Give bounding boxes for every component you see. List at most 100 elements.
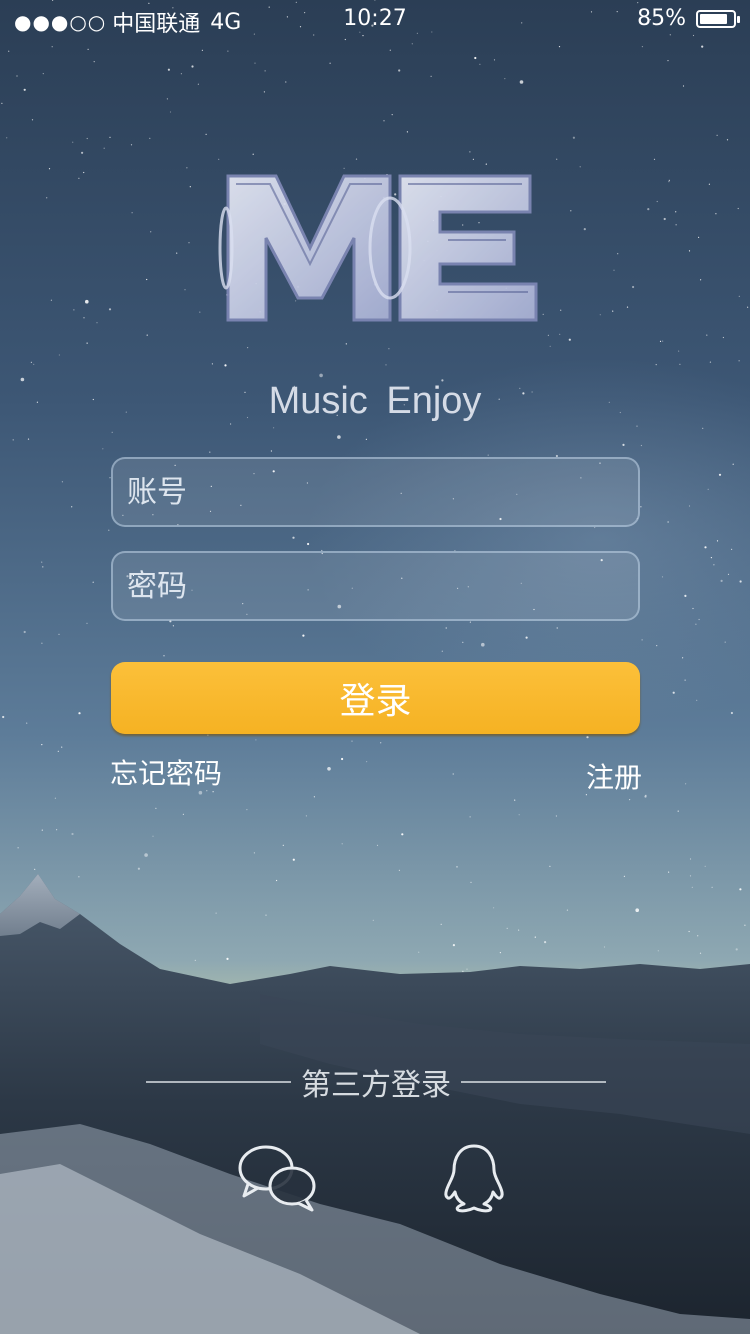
star <box>568 338 571 341</box>
wechat-icon[interactable] <box>236 1140 320 1214</box>
star <box>474 56 477 60</box>
star <box>292 858 295 861</box>
star <box>514 799 516 801</box>
star <box>329 62 331 64</box>
star <box>738 360 740 362</box>
star <box>16 75 18 77</box>
register-link[interactable]: 注册 <box>586 756 642 796</box>
star <box>401 833 404 836</box>
star <box>485 163 487 165</box>
star <box>469 151 471 153</box>
star <box>556 158 558 160</box>
star <box>411 43 413 45</box>
star <box>726 139 729 141</box>
account-input[interactable] <box>113 459 638 525</box>
star <box>71 832 74 836</box>
star <box>549 345 551 347</box>
star <box>81 151 84 154</box>
forgot-password-link[interactable]: 忘记密码 <box>110 752 222 792</box>
star <box>205 133 207 135</box>
star <box>23 630 26 634</box>
star <box>41 744 43 746</box>
star <box>718 473 722 476</box>
star <box>166 98 168 100</box>
star <box>34 868 36 871</box>
star <box>186 167 188 169</box>
star <box>696 699 698 701</box>
star <box>613 269 615 271</box>
star <box>176 252 178 254</box>
star <box>678 350 680 352</box>
star <box>479 63 481 65</box>
star <box>389 49 391 51</box>
star <box>398 869 400 872</box>
star <box>48 168 51 170</box>
star <box>688 250 691 252</box>
star <box>30 361 32 363</box>
star <box>305 815 307 817</box>
star <box>688 505 691 507</box>
star <box>150 231 152 233</box>
star <box>146 278 148 281</box>
star <box>2 715 5 719</box>
star <box>83 171 85 174</box>
star <box>487 454 489 456</box>
star <box>376 844 379 847</box>
account-field[interactable] <box>111 457 640 527</box>
star <box>469 816 471 818</box>
star <box>675 211 677 213</box>
star <box>41 561 43 563</box>
star <box>351 740 353 742</box>
star <box>146 334 148 336</box>
star <box>547 334 550 336</box>
star <box>406 131 408 133</box>
star <box>559 333 561 335</box>
star <box>698 618 700 621</box>
star <box>668 181 670 183</box>
star <box>724 641 726 643</box>
star <box>130 144 133 146</box>
password-field[interactable] <box>111 551 640 621</box>
star <box>692 607 694 610</box>
star <box>246 809 248 811</box>
star <box>197 83 199 85</box>
star <box>188 242 190 244</box>
star <box>695 623 697 625</box>
divider-line-right <box>461 1081 606 1083</box>
star <box>738 295 740 297</box>
star <box>452 773 454 775</box>
qq-icon[interactable] <box>440 1140 508 1214</box>
star <box>93 61 95 63</box>
star <box>73 309 75 311</box>
star <box>54 797 57 799</box>
star <box>42 73 44 75</box>
star <box>445 627 447 629</box>
battery-icon <box>696 9 740 28</box>
star <box>472 158 474 160</box>
star <box>701 45 704 48</box>
star <box>579 166 581 168</box>
login-button[interactable]: 登录 <box>111 662 640 734</box>
star <box>201 49 203 51</box>
star <box>102 448 104 450</box>
star <box>747 306 749 308</box>
third-party-login-divider: 第三方登录 <box>146 1062 606 1103</box>
star <box>167 68 170 71</box>
star <box>662 340 664 342</box>
star <box>292 536 295 539</box>
password-input[interactable] <box>113 553 638 619</box>
star <box>383 120 385 122</box>
star <box>572 136 576 139</box>
star <box>715 213 717 215</box>
star <box>731 548 733 551</box>
star <box>663 217 666 221</box>
star <box>672 691 675 694</box>
star <box>677 810 679 812</box>
star <box>253 852 255 854</box>
star <box>365 438 367 440</box>
star <box>586 736 589 739</box>
star <box>645 794 647 796</box>
star <box>137 867 140 870</box>
mountain-background <box>0 874 750 1334</box>
star <box>26 722 28 724</box>
